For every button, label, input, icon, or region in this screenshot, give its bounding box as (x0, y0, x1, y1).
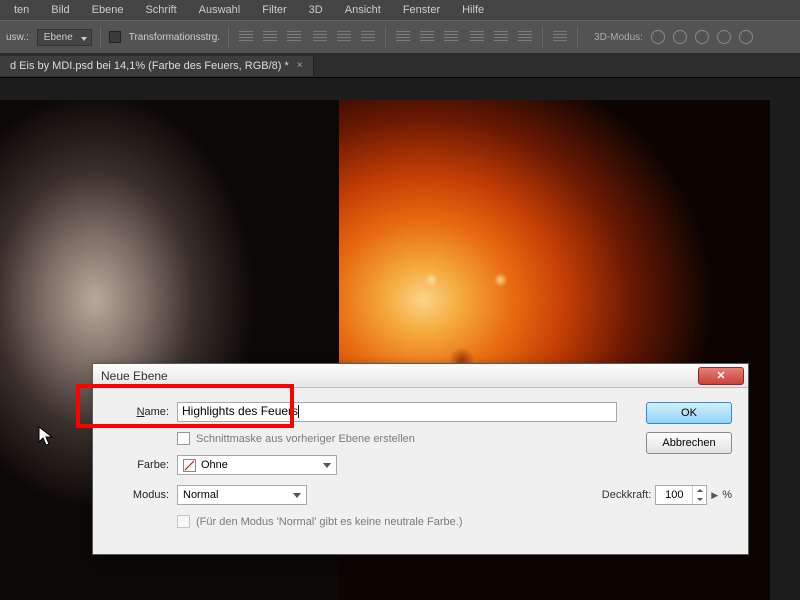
neutral-fill-checkbox (177, 515, 190, 528)
dialog-titlebar[interactable]: Neue Ebene ✕ (93, 364, 748, 388)
transform-controls-checkbox[interactable] (109, 31, 121, 43)
menu-type[interactable]: Schrift (135, 2, 186, 18)
distribute-group-1 (394, 28, 460, 46)
options-bar: usw.: Ebene Transformationsstrg. 3D-Modu… (0, 20, 800, 54)
menu-image[interactable]: Bild (41, 2, 79, 18)
align-group-1 (237, 28, 303, 46)
auto-align-icon[interactable] (551, 28, 569, 46)
autoselect-dropdown[interactable]: Ebene (37, 29, 92, 46)
opacity-input[interactable] (656, 486, 692, 504)
roll-3d-icon[interactable] (673, 30, 687, 44)
close-icon: ✕ (716, 369, 725, 382)
menu-help[interactable]: Hilfe (452, 2, 494, 18)
clip-mask-checkbox[interactable] (177, 432, 190, 445)
align-top-icon[interactable] (237, 28, 255, 46)
neutral-fill-hint: (Für den Modus 'Normal' gibt es keine ne… (196, 516, 463, 528)
mode-select[interactable]: Normal (177, 485, 307, 505)
distribute-hcenter-icon[interactable] (492, 28, 510, 46)
cancel-button[interactable]: Abbrechen (646, 432, 732, 454)
menu-3d[interactable]: 3D (299, 2, 333, 18)
opacity-slider-arrow-icon[interactable]: ▶ (711, 490, 718, 501)
menu-view[interactable]: Ansicht (335, 2, 391, 18)
mode-value: Normal (183, 489, 218, 501)
new-layer-dialog: Neue Ebene ✕ OK Abbrechen Name: Highligh… (92, 363, 749, 555)
menu-window[interactable]: Fenster (393, 2, 450, 18)
divider (577, 26, 578, 48)
name-value: Highlights des Feuers (182, 404, 298, 418)
align-group-2 (311, 28, 377, 46)
divider (100, 26, 101, 48)
opacity-spinner[interactable] (655, 485, 707, 505)
ok-button[interactable]: OK (646, 402, 732, 424)
distribute-top-icon[interactable] (394, 28, 412, 46)
distribute-bottom-icon[interactable] (442, 28, 460, 46)
menu-edit[interactable]: ten (4, 2, 39, 18)
mode3d-label: 3D-Modus: (594, 32, 643, 43)
color-select[interactable]: Ohne (177, 455, 337, 475)
color-label: Farbe: (109, 459, 169, 471)
mode-label: Modus: (109, 489, 169, 501)
menu-filter[interactable]: Filter (252, 2, 296, 18)
menu-select[interactable]: Auswahl (189, 2, 251, 18)
distribute-vcenter-icon[interactable] (418, 28, 436, 46)
scale-3d-icon[interactable] (739, 30, 753, 44)
main-menubar[interactable]: ten Bild Ebene Schrift Auswahl Filter 3D… (0, 0, 800, 20)
name-label: Name: (109, 406, 169, 418)
document-tab-title: d Eis by MDI.psd bei 14,1% (Farbe des Fe… (10, 60, 289, 72)
align-right-icon[interactable] (359, 28, 377, 46)
document-tab[interactable]: d Eis by MDI.psd bei 14,1% (Farbe des Fe… (0, 56, 314, 76)
distribute-right-icon[interactable] (516, 28, 534, 46)
pan-3d-icon[interactable] (695, 30, 709, 44)
distribute-left-icon[interactable] (468, 28, 486, 46)
dialog-close-button[interactable]: ✕ (698, 367, 744, 385)
divider (542, 26, 543, 48)
dialog-title: Neue Ebene (101, 369, 168, 383)
align-bottom-icon[interactable] (285, 28, 303, 46)
opacity-label: Deckkraft: (602, 489, 652, 501)
orbit-3d-icon[interactable] (651, 30, 665, 44)
divider (228, 26, 229, 48)
close-tab-icon[interactable]: × (297, 60, 303, 71)
slide-3d-icon[interactable] (717, 30, 731, 44)
align-vcenter-icon[interactable] (261, 28, 279, 46)
color-value: Ohne (201, 459, 228, 471)
name-input[interactable]: Highlights des Feuers (177, 402, 617, 422)
align-hcenter-icon[interactable] (335, 28, 353, 46)
menu-layer[interactable]: Ebene (82, 2, 134, 18)
distribute-group-2 (468, 28, 534, 46)
opacity-stepper[interactable] (692, 486, 706, 504)
divider (385, 26, 386, 48)
document-tabbar: d Eis by MDI.psd bei 14,1% (Farbe des Fe… (0, 54, 800, 78)
transform-controls-label: Transformationsstrg. (129, 32, 220, 43)
align-left-icon[interactable] (311, 28, 329, 46)
options-prefix: usw.: (6, 32, 29, 43)
clip-mask-label: Schnittmaske aus vorheriger Ebene erstel… (196, 433, 415, 445)
opacity-suffix: % (722, 489, 732, 501)
none-swatch-icon (183, 459, 196, 472)
